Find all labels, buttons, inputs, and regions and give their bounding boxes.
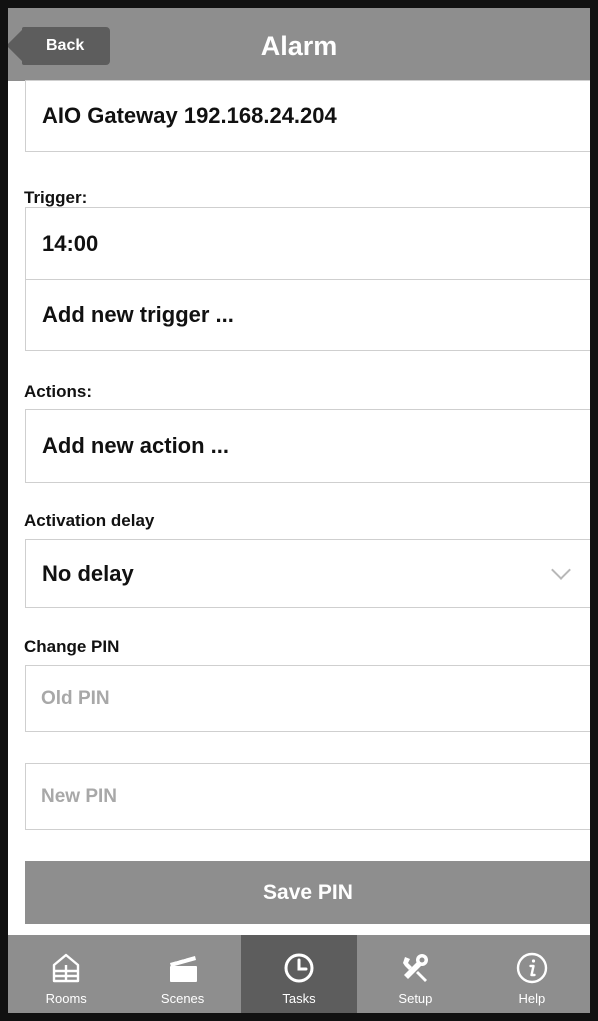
back-button[interactable]: Back [22, 27, 110, 65]
header-bar: Back Alarm [8, 8, 590, 81]
gateway-card: AIO Gateway 192.168.24.204 [25, 80, 591, 152]
chevron-down-icon [551, 559, 571, 580]
activation-delay-select[interactable]: No delay [25, 539, 591, 608]
info-icon [516, 952, 548, 984]
tab-setup[interactable]: Setup [357, 935, 473, 1013]
new-pin-field[interactable]: New PIN [25, 763, 591, 830]
add-action-button[interactable]: Add new action ... [26, 410, 590, 482]
add-trigger-button[interactable]: Add new trigger ... [26, 279, 590, 350]
scenes-icon [169, 955, 197, 982]
activation-delay-label: Activation delay [24, 511, 155, 530]
tab-rooms[interactable]: Rooms [8, 935, 124, 1013]
activation-delay-value[interactable]: No delay [26, 540, 590, 607]
save-pin-button[interactable]: Save PIN [25, 861, 591, 924]
tab-scenes[interactable]: Scenes [124, 935, 240, 1013]
actions-label: Actions: [24, 382, 92, 401]
tab-rooms-label: Rooms [45, 991, 87, 1006]
tab-scenes-label: Scenes [160, 991, 205, 1006]
gateway-row[interactable]: AIO Gateway 192.168.24.204 [26, 81, 590, 151]
setup-icon [403, 954, 429, 982]
trigger-list: 14:00 Add new trigger ... [25, 207, 591, 351]
trigger-item[interactable]: 14:00 [26, 208, 590, 279]
activation-delay-selected: No delay [42, 560, 134, 586]
tab-bar: Rooms Scenes Tasks Setup Help [8, 935, 590, 1013]
actions-list: Add new action ... [25, 409, 591, 483]
tab-help-label: Help [518, 991, 546, 1006]
change-pin-label: Change PIN [24, 637, 120, 656]
tab-help[interactable]: Help [474, 935, 590, 1013]
clock-icon [284, 953, 314, 983]
tab-tasks-label: Tasks [282, 991, 316, 1006]
rooms-icon [53, 953, 80, 983]
old-pin-field[interactable]: Old PIN [25, 665, 591, 732]
trigger-label: Trigger: [24, 188, 88, 207]
tab-setup-label: Setup [398, 991, 433, 1006]
tab-tasks[interactable]: Tasks [240, 935, 358, 1013]
